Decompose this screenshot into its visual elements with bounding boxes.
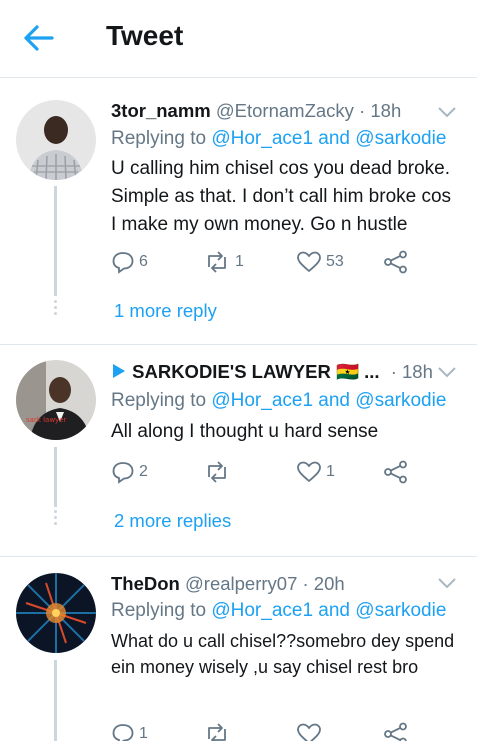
back-arrow-icon bbox=[24, 25, 54, 51]
chevron-down-icon[interactable] bbox=[436, 576, 458, 590]
retweet-button[interactable] bbox=[203, 720, 231, 741]
reply-button[interactable]: 6 bbox=[111, 248, 148, 276]
action-bar: 1 bbox=[111, 720, 431, 741]
tweet-text: What do u call chisel??somebro dey spend… bbox=[111, 631, 455, 677]
tweet-time: · 20h bbox=[302, 573, 345, 594]
replying-to: Replying to @Hor_ace1 and @sarkodie bbox=[111, 600, 447, 621]
thread-line bbox=[54, 186, 57, 296]
reply-icon bbox=[112, 724, 134, 741]
thread-line bbox=[54, 447, 57, 507]
retweet-button[interactable]: 1 bbox=[203, 248, 244, 276]
tweet-text: U calling him chisel cos you dead broke.… bbox=[111, 158, 452, 235]
share-icon bbox=[384, 722, 407, 741]
thread-line bbox=[54, 660, 57, 741]
heart-icon bbox=[297, 723, 321, 741]
mention-link[interactable]: @sarkodie bbox=[355, 600, 446, 621]
share-button[interactable] bbox=[383, 720, 409, 741]
reply-count: 2 bbox=[139, 463, 148, 480]
promoted-triangle-icon bbox=[113, 364, 125, 378]
retweet-icon bbox=[208, 723, 226, 741]
reply-tweet[interactable]: sark lawyer SARKODIE'S LAWYER 🇬🇭 ... · 1… bbox=[0, 344, 477, 554]
avatar[interactable]: sark lawyer bbox=[16, 360, 96, 440]
page-title: Tweet bbox=[106, 20, 184, 51]
like-button[interactable]: 53 bbox=[296, 248, 344, 276]
thread-dots bbox=[52, 510, 59, 528]
reply-icon bbox=[112, 252, 134, 274]
share-icon bbox=[384, 460, 407, 484]
tweet-time: · 18h bbox=[390, 361, 433, 382]
author-name[interactable]: TheDon bbox=[111, 573, 180, 594]
retweet-icon bbox=[208, 251, 226, 273]
reply-count: 6 bbox=[139, 253, 148, 270]
back-button[interactable] bbox=[22, 22, 58, 54]
chevron-down-icon[interactable] bbox=[436, 365, 458, 379]
reply-icon bbox=[112, 462, 134, 484]
tweet-time: · 18h bbox=[359, 100, 402, 121]
author-row: TheDon @realperry07 · 20h bbox=[111, 573, 345, 595]
retweet-count: 1 bbox=[235, 253, 244, 270]
like-button[interactable] bbox=[296, 720, 322, 741]
reply-button[interactable]: 1 bbox=[111, 720, 148, 741]
author-handle[interactable]: @EtornamZacky bbox=[216, 100, 354, 121]
action-bar: 2 1 bbox=[111, 458, 431, 486]
like-button[interactable]: 1 bbox=[296, 458, 335, 486]
author-row: SARKODIE'S LAWYER 🇬🇭 ... · 18h bbox=[111, 361, 433, 383]
mention-link[interactable]: @Hor_ace1 bbox=[211, 128, 313, 149]
replying-to: Replying to @Hor_ace1 and @sarkodie bbox=[111, 128, 447, 149]
author-handle[interactable]: @realperry07 bbox=[185, 573, 297, 594]
mention-link[interactable]: @Hor_ace1 bbox=[211, 390, 313, 411]
avatar[interactable] bbox=[16, 100, 96, 180]
mention-link[interactable]: @Hor_ace1 bbox=[211, 600, 313, 621]
avatar-watermark: sark lawyer bbox=[26, 416, 67, 424]
heart-icon bbox=[297, 251, 321, 273]
share-button[interactable] bbox=[383, 248, 409, 276]
replying-to: Replying to @Hor_ace1 and @sarkodie bbox=[111, 390, 447, 411]
like-count: 53 bbox=[326, 253, 344, 270]
chevron-down-icon[interactable] bbox=[436, 105, 458, 119]
share-icon bbox=[384, 250, 407, 274]
top-bar: Tweet bbox=[0, 0, 477, 78]
more-replies-link[interactable]: 2 more replies bbox=[114, 510, 231, 532]
author-name[interactable]: SARKODIE'S LAWYER 🇬🇭 ... bbox=[132, 361, 379, 382]
tweet-text: All along I thought u hard sense bbox=[111, 421, 379, 442]
avatar[interactable] bbox=[16, 573, 96, 653]
author-name[interactable]: 3tor_namm bbox=[111, 100, 211, 121]
reply-tweet[interactable]: TheDon @realperry07 · 20h Replying to @H… bbox=[0, 556, 477, 741]
share-button[interactable] bbox=[383, 458, 409, 486]
thread-dots bbox=[52, 300, 59, 318]
like-count: 1 bbox=[326, 463, 335, 480]
heart-icon bbox=[297, 461, 321, 483]
reply-button[interactable]: 2 bbox=[111, 458, 148, 486]
reply-count: 1 bbox=[139, 725, 148, 741]
reply-tweet[interactable]: 3tor_namm @EtornamZacky · 18h Replying t… bbox=[0, 86, 477, 344]
author-row: 3tor_namm @EtornamZacky · 18h bbox=[111, 100, 401, 122]
retweet-icon bbox=[208, 461, 226, 483]
mention-link[interactable]: @sarkodie bbox=[355, 128, 446, 149]
more-replies-link[interactable]: 1 more reply bbox=[114, 300, 217, 322]
retweet-button[interactable] bbox=[203, 458, 235, 486]
action-bar: 6 1 53 bbox=[111, 248, 431, 276]
mention-link[interactable]: @sarkodie bbox=[355, 390, 446, 411]
